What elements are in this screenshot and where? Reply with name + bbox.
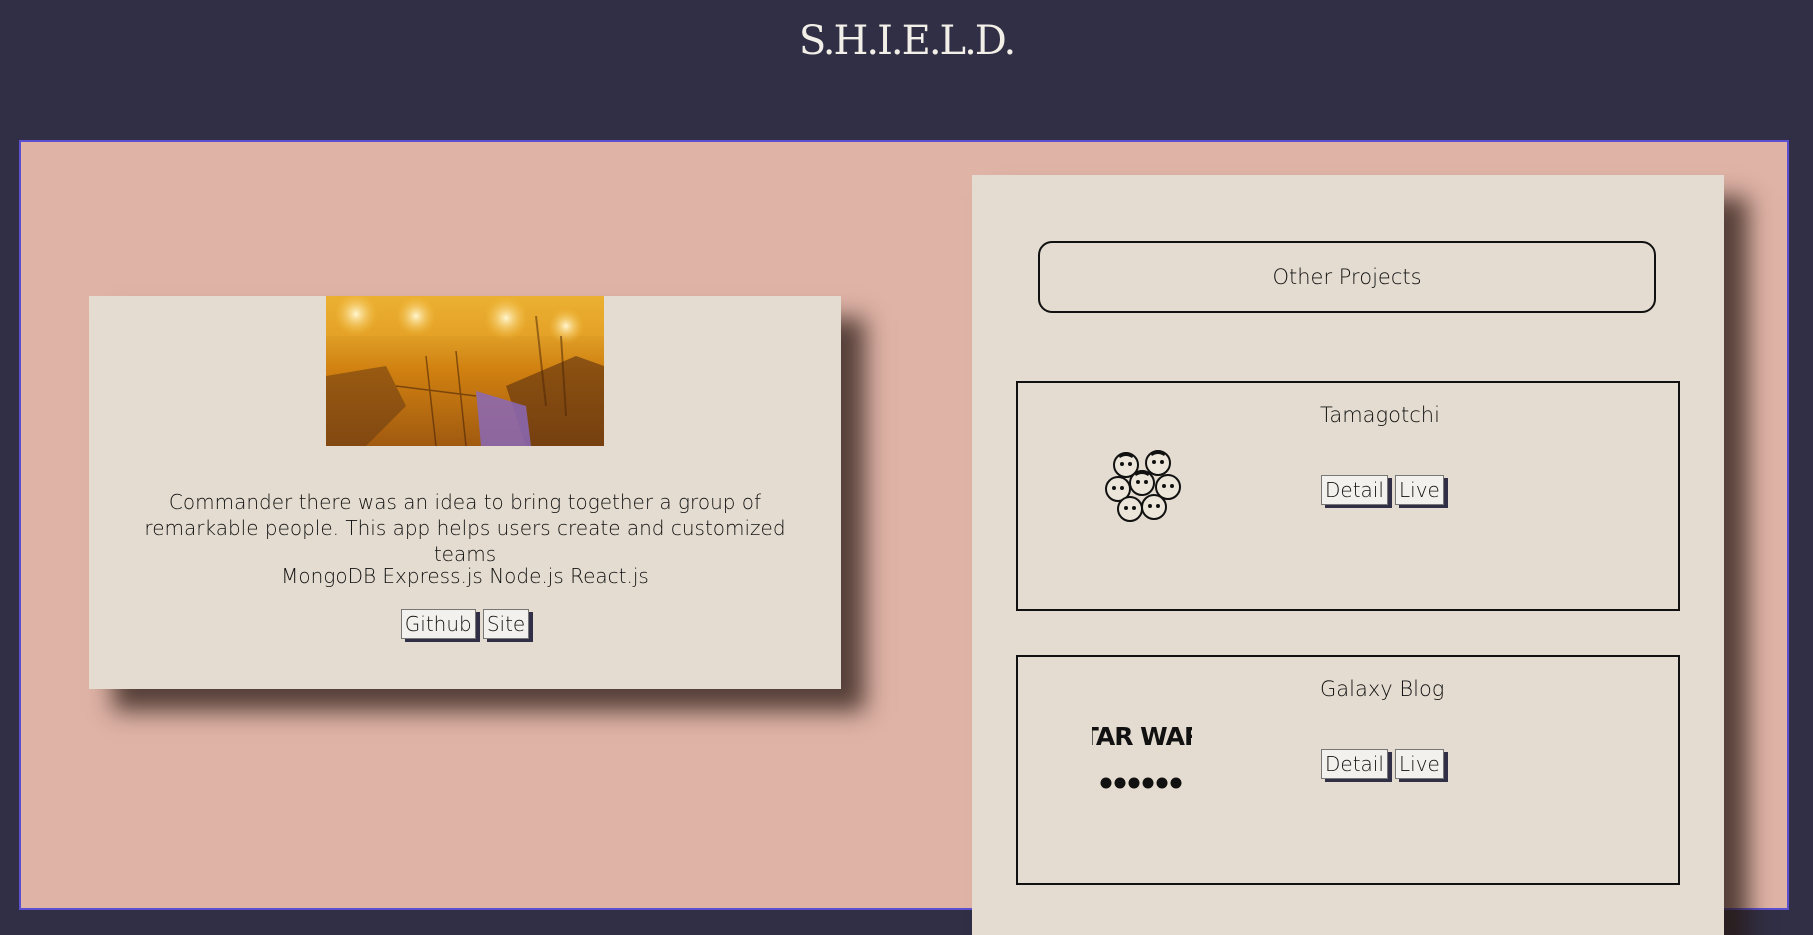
site-header: S.H.I.E.L.D. (0, 0, 1813, 140)
star-wars-logo: STAR WARS (1065, 719, 1220, 799)
live-button[interactable]: Live (1395, 749, 1444, 779)
featured-project-tech-stack: MongoDB Express.js Node.js React.js (281, 564, 649, 588)
main-section: Commander there was an idea to bring tog… (19, 140, 1789, 935)
detail-button[interactable]: Detail (1321, 749, 1388, 779)
project-title: Galaxy Blog (1320, 677, 1445, 701)
featured-project-description: Commander there was an idea to bring tog… (144, 490, 786, 566)
featured-project-image (326, 296, 604, 446)
project-title: Tamagotchi (1320, 403, 1440, 427)
github-button[interactable]: Github (400, 609, 476, 639)
live-button[interactable]: Live (1395, 475, 1444, 505)
site-title: S.H.I.E.L.D. (798, 18, 1016, 64)
site-button[interactable]: Site (482, 609, 530, 639)
project-actions: Detail Live (1320, 475, 1445, 505)
featured-project-actions: Github Site (89, 609, 841, 639)
star-wars-logo-text: STAR WARS (1092, 722, 1192, 751)
other-projects-panel: Other Projects Tamagotchi Detail Live AR… (972, 175, 1724, 935)
other-projects-heading: Other Projects (1038, 241, 1656, 313)
project-card-tamagotchi: Tamagotchi Detail Live (1016, 381, 1680, 611)
featured-project-card: Commander there was an idea to bring tog… (89, 296, 841, 689)
project-card-galaxy-blog: STAR WARS Galaxy Blog Detail Live (1016, 655, 1680, 885)
project-actions: Detail Live (1320, 749, 1445, 779)
detail-button[interactable]: Detail (1321, 475, 1388, 505)
tamagotchi-faces-icon (1092, 445, 1192, 525)
